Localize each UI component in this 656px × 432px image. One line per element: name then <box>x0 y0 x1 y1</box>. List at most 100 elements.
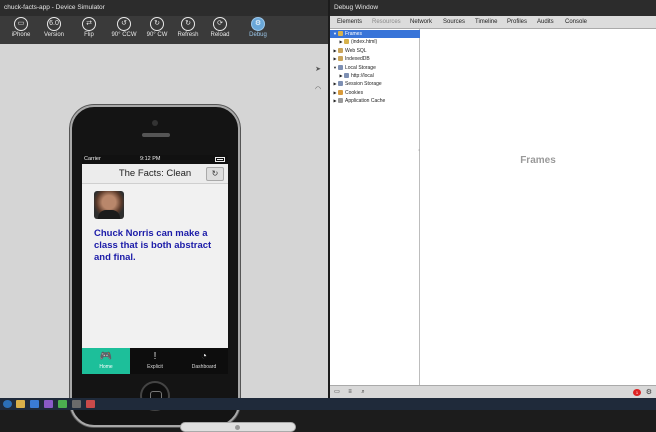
start-button[interactable] <box>3 400 12 408</box>
console-toggle-icon[interactable]: ≡ <box>346 389 354 396</box>
toolbar-reload-button[interactable]: ⟳ Reload <box>203 17 237 43</box>
dock-icon[interactable]: ▭ <box>333 389 341 396</box>
tree-item-icon <box>338 64 343 70</box>
error-count-badge[interactable]: 1 <box>633 389 641 396</box>
toolbar-version-button[interactable]: 6.0 Version <box>37 17 71 43</box>
speaker-grille <box>142 133 170 137</box>
fact-text: Chuck Norris can make a class that is bo… <box>94 228 212 263</box>
tree-item-label: Cookies <box>345 89 364 96</box>
toolbar-label: Flip <box>84 32 94 38</box>
battery-icon <box>215 157 225 162</box>
tree-item-icon <box>344 73 349 78</box>
rotate-ccw-icon: ↺ <box>117 17 131 31</box>
tree-item-icon <box>338 98 343 104</box>
zoom-slider-thumb[interactable] <box>235 425 240 430</box>
gear-icon[interactable]: ⚙ <box>646 388 652 396</box>
devtools-tab-console[interactable]: Console <box>565 16 587 29</box>
tree-item-icon <box>338 89 343 95</box>
iphone-device: Carrier 9:12 PM The Facts: Clean ↻ Chuck… <box>70 105 240 427</box>
search-icon[interactable]: ⌕ <box>359 389 367 396</box>
devtools-tab-sources[interactable]: Sources <box>443 16 465 29</box>
tree-item[interactable]: ▼ Local Storage <box>330 64 420 72</box>
tree-item[interactable]: ▶ Session Storage <box>330 80 420 88</box>
refresh-fact-button[interactable]: ↻ <box>206 167 224 181</box>
toolbar-flip-button[interactable]: ⇄ Flip <box>72 17 106 43</box>
wifi-icon[interactable]: ◠ <box>314 86 322 94</box>
toolbar-label: Refresh <box>177 32 199 38</box>
device-icon: ▭ <box>14 17 28 31</box>
tree-item-icon <box>338 56 343 62</box>
devtools-tab-elements[interactable]: Elements <box>337 16 362 29</box>
toolbar-rotate-cw-button[interactable]: ↻ 90° CW <box>140 17 174 43</box>
tree-item-label: Application Cache <box>345 98 386 105</box>
exclamation-icon: ! <box>153 351 157 362</box>
app-icon[interactable] <box>58 400 67 408</box>
phone-screen: Carrier 9:12 PM The Facts: Clean ↻ Chuck… <box>82 155 228 374</box>
simulator-title: chuck-facts-app - Device Simulator <box>0 0 328 16</box>
devtools-tabs: Elements Resources Network Sources Timeline P… <box>330 16 656 29</box>
app-navbar: The Facts: Clean ↻ <box>82 164 228 184</box>
tree-item-label: Session Storage <box>345 81 382 88</box>
ie-icon[interactable] <box>30 400 39 408</box>
tab-label: Home <box>99 364 113 370</box>
simulator-window: chuck-facts-app - Device Simulator ▭ iPho… <box>0 0 328 432</box>
devtools-tab-profiles[interactable]: Profiles <box>507 16 527 29</box>
toolbar-label: Debug <box>249 32 267 38</box>
toolbar-refresh-button[interactable]: ↻ Refresh <box>171 17 205 43</box>
devtools-tab-resources[interactable]: Resources <box>372 16 401 29</box>
toolbar-label: 90° CW <box>146 32 168 38</box>
tab-explicit[interactable]: ! Explicit <box>131 348 179 374</box>
tree-item-icon <box>344 39 349 45</box>
tab-dashboard[interactable]: ◔ Dashboard <box>180 348 228 374</box>
gamepad-icon: 🎮 <box>99 351 113 362</box>
tree-item[interactable]: ▶ (index.html) <box>330 38 420 46</box>
app-icon[interactable] <box>86 400 95 408</box>
toolbar-label: Version <box>43 32 64 38</box>
devtools-tab-network[interactable]: Network <box>410 16 432 29</box>
tree-item[interactable]: ▶ Web SQL <box>330 47 420 55</box>
tab-label: Dashboard <box>191 364 217 370</box>
tree-item-label: Web SQL <box>345 47 367 54</box>
rotate-cw-icon: ↻ <box>150 17 164 31</box>
tree-item[interactable]: ▶ Cookies <box>330 89 420 97</box>
tree-item-icon <box>338 81 343 87</box>
toolbar-device-button[interactable]: ▭ iPhone <box>4 17 38 43</box>
zoom-slider[interactable] <box>180 422 296 432</box>
tree-item[interactable]: ▼ Frames <box>330 30 420 38</box>
chuck-norris-portrait <box>94 191 124 219</box>
toolbar-rotate-ccw-button[interactable]: ↺ 90° CCW <box>107 17 141 43</box>
tree-item[interactable]: ▶ IndexedDB <box>330 55 420 63</box>
taskbar <box>0 398 656 410</box>
reload-icon: ⟳ <box>213 17 227 31</box>
version-icon: 6.0 <box>47 17 61 31</box>
visual-studio-icon[interactable] <box>44 400 53 408</box>
debug-window: Debug Window Elements Resources Network Sou… <box>330 0 656 398</box>
tree-item-label: Frames <box>345 31 362 37</box>
devtools-tab-audits[interactable]: Audits <box>537 16 554 29</box>
app-icon[interactable] <box>72 400 81 408</box>
tree-item-label: Local Storage <box>345 64 376 71</box>
toolbar-debug-button[interactable]: ⚙ Debug <box>241 17 275 43</box>
simulator-toolbar: ▭ iPhone 6.0 Version ⇄ Flip ↺ 90° CCW ↻ 90° CW ↻ Re… <box>0 16 328 44</box>
tree-item-icon <box>338 31 343 36</box>
devtools-tab-timeline[interactable]: Timeline <box>475 16 497 29</box>
toolbar-label: Reload <box>210 32 230 38</box>
explorer-icon[interactable] <box>16 400 25 408</box>
resources-tree: ▼ Frames ▶ (index.html) ▶ Web SQL ▶ IndexedDB ▼ L… <box>330 29 420 385</box>
tree-item-label: (index.html) <box>351 39 378 46</box>
tab-home[interactable]: 🎮 Home <box>82 348 130 374</box>
tree-item-label: IndexedDB <box>345 56 370 63</box>
status-bar: Carrier 9:12 PM <box>82 155 228 164</box>
tree-item-icon <box>338 47 343 53</box>
tree-item[interactable]: ▶ Application Cache <box>330 97 420 105</box>
dashboard-icon: ◔ <box>200 351 208 362</box>
carrier-label: Carrier <box>84 156 101 162</box>
tree-item[interactable]: ▶ http://local <box>330 72 420 80</box>
tab-label: Explicit <box>147 364 163 370</box>
pointer-icon[interactable]: ➤ <box>314 66 322 74</box>
flip-icon: ⇄ <box>82 17 96 31</box>
status-time: 9:12 PM <box>140 156 161 162</box>
toolbar-label: 90° CCW <box>111 32 137 38</box>
toolbar-label: iPhone <box>11 32 31 38</box>
debug-icon: ⚙ <box>251 17 265 31</box>
